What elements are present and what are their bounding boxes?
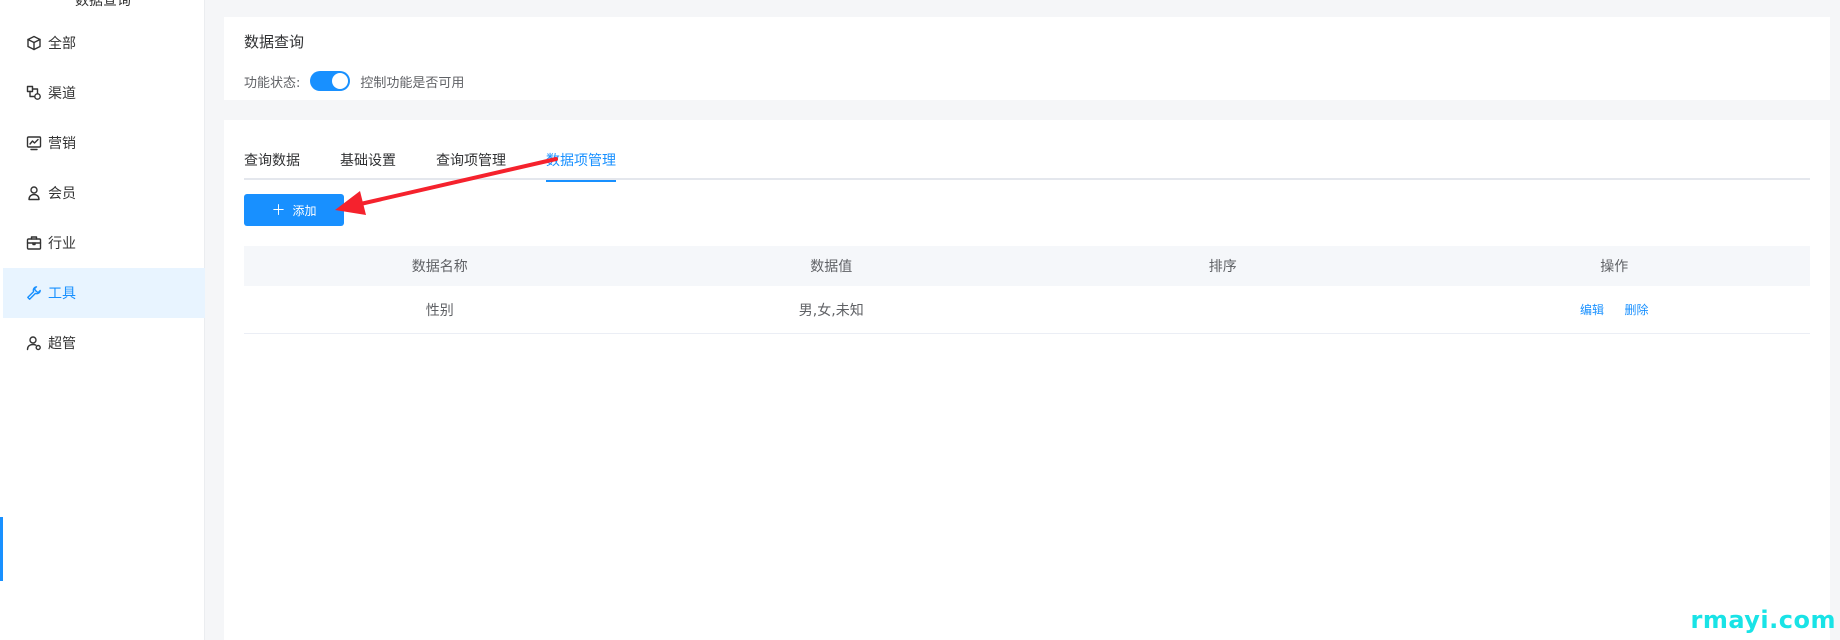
feature-status-row: 功能状态: 控制功能是否可用 — [244, 71, 464, 91]
column-header: 数据值 — [810, 259, 853, 275]
sidebar-cut-title: 数据查询 — [75, 0, 131, 9]
feature-toggle[interactable] — [310, 71, 351, 91]
sidebar-item-label: 渠道 — [48, 86, 76, 102]
sidebar-item-label: 全部 — [48, 36, 76, 52]
chart-monitor-icon — [25, 134, 43, 152]
cell-actions: 编辑 删除 — [1419, 301, 1811, 318]
cell-value: 男,女,未知 — [798, 302, 864, 319]
annotation-arrow — [335, 157, 558, 215]
channel-icon — [25, 84, 43, 102]
feature-card: 数据查询 功能状态: 控制功能是否可用 — [224, 17, 1830, 100]
sidebar-item-all[interactable]: 全部 — [3, 18, 205, 68]
sidebar: 数据查询 全部 渠道 营销 会员 行业 工具 超管 — [0, 0, 205, 640]
table-row: 性别 男,女,未知 编辑 删除 — [244, 286, 1810, 334]
column-header: 排序 — [1208, 259, 1237, 275]
sidebar-item-super-admin[interactable]: 超管 — [3, 318, 205, 368]
sidebar-item-label: 行业 — [48, 236, 76, 252]
edit-link[interactable]: 编辑 — [1580, 303, 1604, 317]
sidebar-item-label: 工具 — [48, 286, 76, 302]
data-items-table: 数据名称 数据值 排序 操作 性别 男,女,未知 编辑 删除 — [244, 246, 1810, 334]
sidebar-item-label: 超管 — [48, 336, 76, 352]
sidebar-item-industry[interactable]: 行业 — [3, 218, 205, 268]
briefcase-icon — [25, 234, 43, 252]
status-label: 功能状态: — [244, 75, 301, 91]
sidebar-item-label: 营销 — [48, 136, 76, 152]
sidebar-item-marketing[interactable]: 营销 — [3, 118, 205, 168]
sidebar-item-label: 会员 — [48, 186, 76, 202]
column-header: 操作 — [1600, 259, 1629, 275]
page-title: 数据查询 — [244, 33, 305, 51]
sidebar-item-channel[interactable]: 渠道 — [3, 68, 205, 118]
add-button-label: 添加 — [292, 203, 317, 218]
cell-name: 性别 — [425, 302, 454, 319]
column-header: 数据名称 — [411, 259, 468, 275]
cube-icon — [25, 34, 43, 52]
watermark: rmayi.com — [1690, 606, 1836, 634]
admin-user-icon — [25, 334, 43, 352]
plus-icon: ＋ — [271, 203, 286, 219]
tab-query-data[interactable]: 查询数据 — [244, 150, 300, 180]
sidebar-item-tools[interactable]: 工具 — [3, 268, 205, 318]
wrench-icon — [25, 284, 43, 302]
table-header: 数据名称 数据值 排序 操作 — [244, 246, 1810, 286]
user-icon — [25, 184, 43, 202]
scroll-indicator — [0, 517, 3, 581]
sidebar-item-member[interactable]: 会员 — [3, 168, 205, 218]
delete-link[interactable]: 删除 — [1624, 303, 1648, 317]
add-button[interactable]: ＋ 添加 — [244, 194, 344, 226]
status-hint: 控制功能是否可用 — [360, 75, 465, 91]
